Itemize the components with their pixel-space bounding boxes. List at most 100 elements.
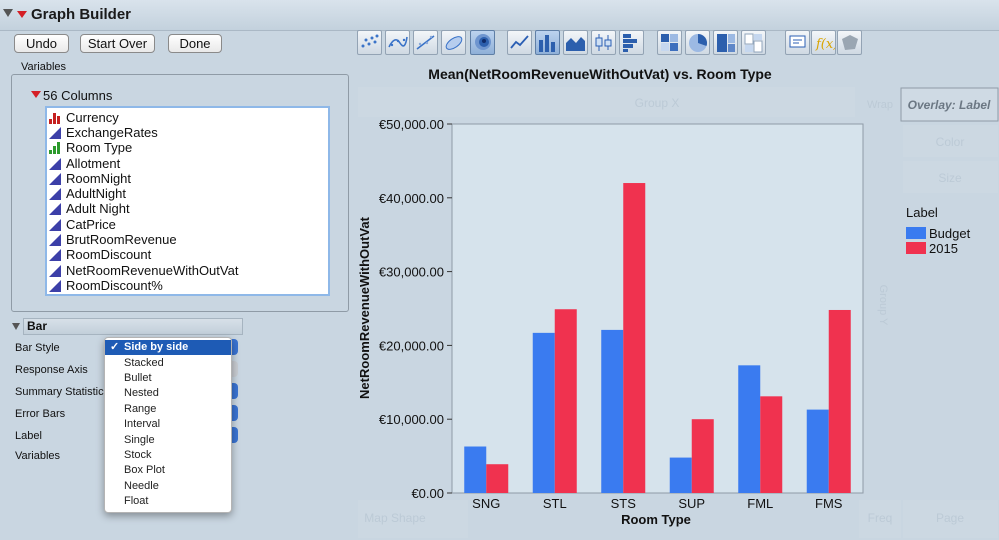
map-shape-zone[interactable] (358, 500, 468, 538)
heatmap-icon[interactable] (657, 30, 682, 55)
column-item[interactable]: Adult Night (49, 201, 130, 216)
red-triangle-menu-icon[interactable] (17, 11, 27, 18)
column-item[interactable]: CatPrice (49, 217, 116, 232)
bar-budget-stl[interactable] (532, 332, 555, 493)
freq-zone[interactable] (859, 500, 901, 538)
column-name: Room Type (66, 140, 133, 155)
y-tick-label: €30,000.00 (379, 265, 444, 280)
bar-budget-sng[interactable] (464, 446, 487, 493)
chart-title: Mean(NetRoomRevenueWithOutVat) vs. Room … (428, 66, 772, 82)
line-chart-icon[interactable] (507, 30, 532, 55)
line-of-fit-icon[interactable] (413, 30, 438, 55)
collapse-triangle-icon[interactable] (12, 323, 20, 330)
column-item[interactable]: BrutRoomRevenue (49, 232, 177, 247)
histogram-icon[interactable] (619, 30, 644, 55)
x-tick-label: FML (747, 496, 773, 511)
box-plot-icon[interactable] (591, 30, 616, 55)
bar-panel-header[interactable]: Bar (23, 318, 243, 335)
column-item[interactable]: ExchangeRates (49, 125, 158, 140)
error-bars-label: Error Bars (15, 408, 66, 420)
checkmark-icon: ✓ (110, 341, 120, 353)
treemap-icon[interactable] (713, 30, 738, 55)
bar-2015-sup[interactable] (691, 419, 714, 493)
bar-budget-sup[interactable] (669, 457, 692, 493)
x-axis-title: Room Type (621, 512, 691, 527)
column-name: ExchangeRates (66, 125, 158, 140)
continuous-icon (49, 233, 61, 246)
y-tick-label: €40,000.00 (379, 191, 444, 206)
column-name: Currency (66, 110, 119, 125)
bar-budget-sts[interactable] (601, 329, 624, 493)
dropdown-option[interactable]: Nested (105, 386, 231, 401)
column-item[interactable]: Currency (49, 110, 119, 125)
start-over-button[interactable]: Start Over (80, 34, 155, 53)
pie-chart-icon[interactable] (685, 30, 710, 55)
x-tick-label: STL (543, 496, 567, 511)
points-icon[interactable] (357, 30, 382, 55)
red-triangle-menu-icon[interactable] (31, 91, 41, 98)
column-item[interactable]: AdultNight (49, 186, 126, 201)
y-tick-label: €0.00 (411, 486, 444, 501)
dropdown-option[interactable]: Range (105, 402, 231, 417)
x-axis[interactable]: SNG STL STS SUP FML FMS (472, 496, 843, 511)
undo-button[interactable]: Undo (14, 34, 69, 53)
dropdown-option[interactable]: Interval (105, 417, 231, 432)
legend-title: Label (906, 205, 938, 220)
column-item[interactable]: RoomNight (49, 171, 131, 186)
bar-budget-fml[interactable] (738, 365, 761, 493)
y-axis[interactable]: €0.00 €10,000.00 €20,000.00 €30,000.00 €40,0… (379, 117, 452, 501)
bar-2015-fml[interactable] (760, 396, 783, 493)
column-name: Adult Night (66, 201, 130, 216)
column-item[interactable]: RoomDiscount% (49, 278, 163, 293)
dropdown-option[interactable]: ✓ Side by side (105, 340, 231, 355)
bar-series (464, 183, 851, 494)
column-item[interactable]: Room Type (49, 140, 132, 155)
continuous-icon (49, 279, 61, 292)
dropdown-option[interactable]: Box Plot (105, 463, 231, 478)
mosaic-icon[interactable] (741, 30, 766, 55)
formula-icon[interactable]: f(x) (811, 30, 838, 55)
legend-swatch (906, 242, 926, 254)
caption-box-icon[interactable] (785, 30, 810, 55)
column-item[interactable]: NetRoomRevenueWithOutVat (49, 263, 238, 278)
plot-area[interactable] (451, 123, 864, 494)
y-tick-label: €50,000.00 (379, 117, 444, 132)
color-zone[interactable] (903, 125, 998, 157)
nominal-bar-icon (49, 112, 61, 124)
column-name: BrutRoomRevenue (66, 232, 177, 247)
dropdown-option[interactable]: Needle (105, 479, 231, 494)
column-name: CatPrice (66, 217, 116, 232)
column-name: RoomDiscount% (66, 278, 163, 293)
page-zone[interactable] (903, 500, 998, 538)
overlay-zone[interactable] (900, 87, 999, 122)
done-button[interactable]: Done (168, 34, 222, 53)
contour-icon[interactable] (470, 30, 495, 55)
group-y-zone-label: Group Y (877, 285, 889, 326)
overlay-zone-label: Overlay: Label (908, 98, 991, 112)
bar-2015-stl[interactable] (554, 309, 577, 493)
bar-budget-fms[interactable] (806, 409, 829, 493)
bar-2015-fms[interactable] (828, 309, 851, 493)
size-zone-label: Size (938, 171, 962, 185)
continuous-icon (49, 202, 61, 215)
bar-chart-icon[interactable] (535, 30, 560, 55)
column-item[interactable]: Allotment (49, 156, 120, 171)
ellipse-icon[interactable] (441, 30, 466, 55)
bar-style-dropdown[interactable]: ✓ Side by side Stacked Bullet Nested Rang… (104, 337, 232, 513)
group-x-zone[interactable] (358, 87, 855, 117)
smoother-icon[interactable] (385, 30, 410, 55)
column-list[interactable]: Currency ExchangeRates Room Type Allotme… (45, 106, 330, 296)
column-item[interactable]: RoomDiscount (49, 247, 151, 262)
area-chart-icon[interactable] (563, 30, 588, 55)
dropdown-option[interactable]: Float (105, 494, 231, 509)
dropdown-option[interactable]: Stock (105, 448, 231, 463)
label-label: Label (15, 430, 42, 442)
dropdown-option[interactable]: Bullet (105, 371, 231, 386)
dropdown-option[interactable]: Single (105, 433, 231, 448)
collapse-triangle-icon[interactable] (3, 9, 13, 17)
bar-2015-sng[interactable] (486, 464, 509, 493)
bar-2015-sts[interactable] (623, 183, 646, 494)
dropdown-option[interactable]: Stacked (105, 356, 231, 371)
size-zone[interactable] (903, 161, 998, 193)
map-shapes-icon[interactable] (837, 30, 862, 55)
